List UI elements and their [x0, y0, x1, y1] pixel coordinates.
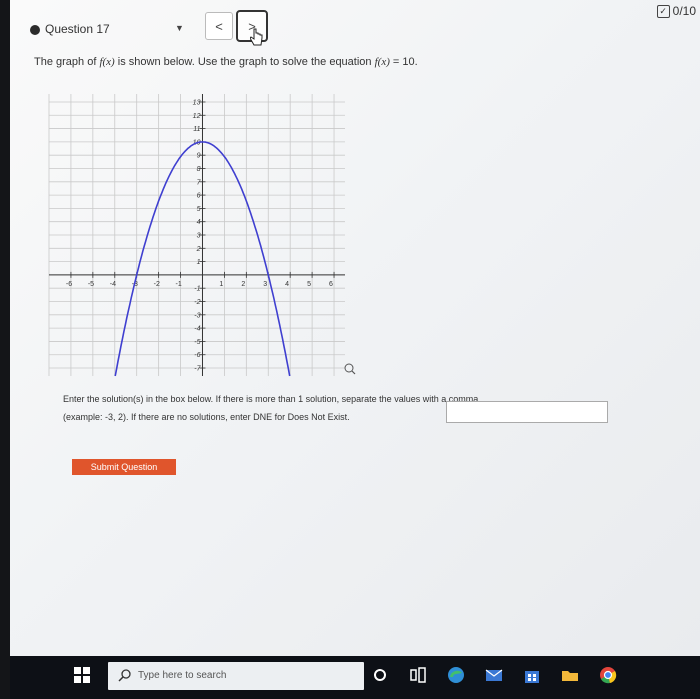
- prompt-text-3: = 10.: [389, 56, 418, 68]
- x-tick-label: -4: [110, 281, 116, 288]
- search-icon: [118, 669, 131, 682]
- y-tick-label: 4: [197, 219, 201, 226]
- checkbox-icon: ✓: [656, 4, 670, 18]
- y-tick-label: -5: [194, 339, 200, 346]
- submit-question-button[interactable]: Submit Question: [72, 459, 176, 475]
- cortana-icon[interactable]: [370, 665, 390, 685]
- magnifier-icon: [344, 363, 354, 373]
- y-tick-label: -1: [194, 286, 200, 293]
- question-header: Question 17 ▼ < > ✓ 0/10: [10, 0, 700, 50]
- y-tick-label: 8: [197, 166, 201, 173]
- y-tick-label: -2: [194, 299, 200, 306]
- taskbar-search-box[interactable]: Type here to search: [108, 662, 364, 690]
- x-tick-label: -6: [66, 281, 72, 288]
- magnifier-handle: [351, 370, 356, 375]
- monitor-bezel: [0, 0, 10, 699]
- folder-icon[interactable]: [560, 665, 580, 685]
- y-tick-label: -6: [194, 352, 200, 359]
- instructions-line-1: Enter the solution(s) in the box below. …: [63, 394, 479, 404]
- instructions: Enter the solution(s) in the box below. …: [63, 390, 478, 426]
- y-tick-label: 9: [197, 153, 201, 160]
- y-tick-label: 12: [193, 113, 201, 120]
- y-tick-label: 1: [197, 259, 201, 266]
- score-indicator: ✓ 0/10: [656, 4, 696, 18]
- chevron-down-icon[interactable]: ▼: [175, 23, 184, 33]
- windows-icon[interactable]: [74, 667, 90, 683]
- prompt-function: f(x): [99, 56, 115, 68]
- instructions-line-2: (example: -3, 2). If there are no soluti…: [63, 412, 350, 422]
- x-tick-label: 5: [307, 281, 311, 288]
- x-tick-label: -2: [154, 281, 160, 288]
- chrome-icon[interactable]: [598, 665, 618, 685]
- y-tick-label: -7: [194, 366, 201, 373]
- y-tick-label: -3: [194, 312, 200, 319]
- answer-input[interactable]: [446, 401, 608, 423]
- x-tick-label: 6: [329, 281, 333, 288]
- x-tick-label: 3: [263, 281, 267, 288]
- x-tick-label: -1: [176, 281, 182, 288]
- x-tick-label: -5: [88, 281, 94, 288]
- y-tick-label: 5: [197, 206, 201, 213]
- y-tick-label: 3: [197, 233, 201, 240]
- y-tick-label: 11: [193, 126, 200, 133]
- x-tick-label: 4: [285, 281, 289, 288]
- x-tick-label: 2: [241, 281, 245, 288]
- task-view-icon[interactable]: [408, 665, 428, 685]
- question-status-dot: [30, 25, 40, 35]
- prompt-text-2: is shown below. Use the graph to solve t…: [114, 56, 375, 68]
- mouse-cursor-icon: [250, 28, 263, 46]
- mail-icon[interactable]: [484, 665, 504, 685]
- score-text: 0/10: [672, 4, 696, 18]
- store-icon[interactable]: [522, 665, 542, 685]
- y-tick-label: 2: [196, 246, 201, 253]
- function-graph: -6 -5 -4 -3 -2 -1 1 2 3 4 5 613121110987654321-1-2-…: [48, 94, 356, 377]
- y-tick-label: 13: [193, 99, 201, 106]
- x-tick-label: 1: [219, 281, 223, 288]
- search-placeholder: Type here to search: [138, 670, 227, 681]
- y-tick-label: 7: [197, 179, 202, 186]
- edge-icon[interactable]: [446, 665, 466, 685]
- prompt-function-2: f(x): [374, 56, 390, 68]
- prompt-text-1: The graph of: [34, 56, 100, 68]
- y-tick-label: 6: [197, 193, 201, 200]
- question-prompt: The graph of f(x) is shown below. Use th…: [34, 56, 418, 68]
- previous-question-button[interactable]: <: [205, 12, 233, 40]
- taskbar: Type here to search: [10, 656, 700, 699]
- y-tick-label: -4: [194, 326, 200, 333]
- question-selector[interactable]: Question 17: [45, 22, 110, 36]
- browser-page: Question 17 ▼ < > ✓ 0/10 The graph of f(…: [10, 0, 700, 656]
